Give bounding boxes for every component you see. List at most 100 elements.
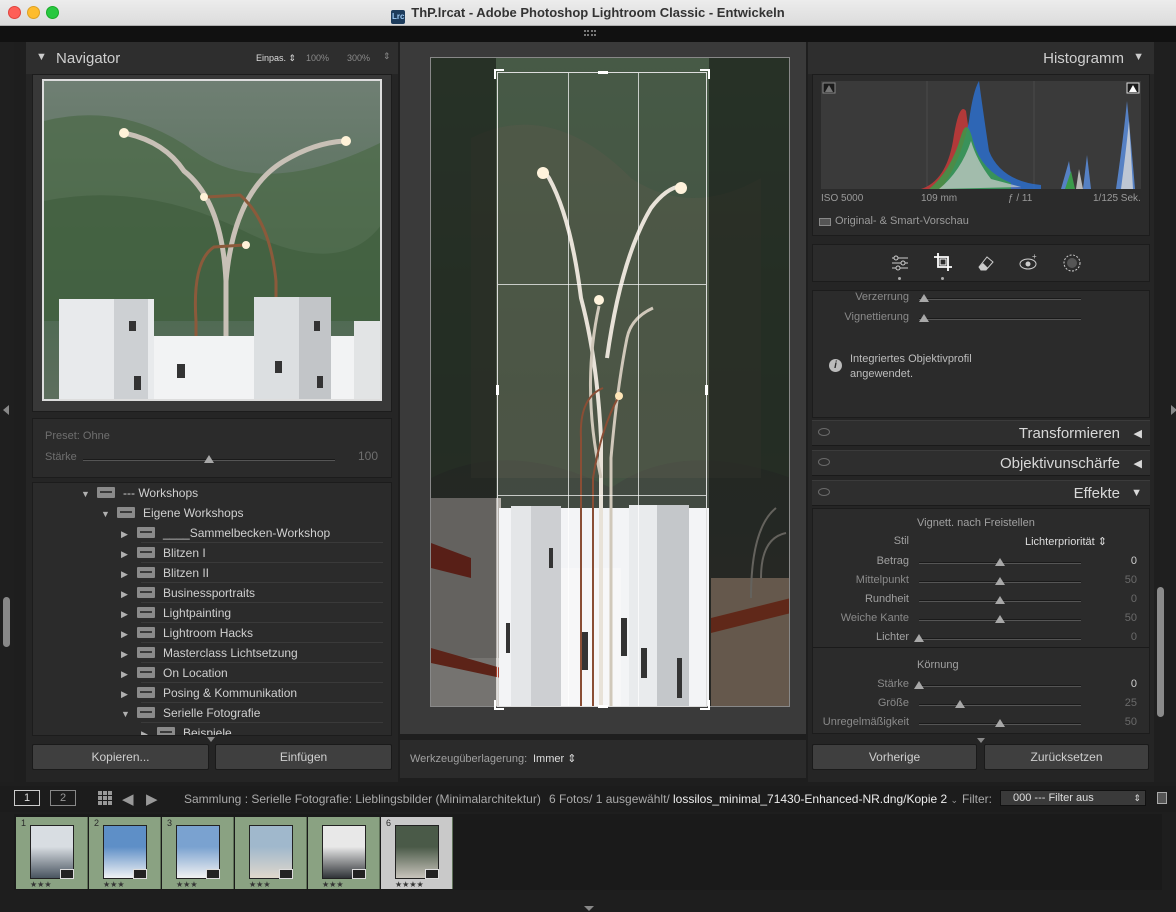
effect-slider-value[interactable]: 0	[1131, 678, 1137, 690]
slider-knob[interactable]	[914, 681, 924, 689]
slider-knob[interactable]	[204, 455, 214, 463]
effect-slider[interactable]	[919, 615, 1081, 623]
back-arrow-icon[interactable]: ◀	[122, 790, 134, 808]
preset-label[interactable]: Preset: Ohne	[45, 430, 110, 442]
histogram-header[interactable]: Histogramm ▼	[808, 42, 1154, 74]
effect-slider[interactable]	[914, 681, 1081, 689]
collapsed-triangle-icon[interactable]: ▶	[121, 624, 137, 644]
crop-frame[interactable]	[494, 69, 710, 710]
zoom-more-icon[interactable]: ⇕	[383, 51, 391, 62]
slider-knob[interactable]	[995, 558, 1005, 566]
folder-item[interactable]: ▶ On Location	[121, 663, 228, 683]
transform-section-header[interactable]: Transformieren ◀	[812, 420, 1150, 446]
top-panel-strip[interactable]	[0, 26, 1176, 42]
collapsed-triangle-icon[interactable]: ▶	[121, 564, 137, 584]
slider-knob[interactable]	[914, 634, 924, 642]
collapsed-triangle-icon[interactable]: ▶	[141, 724, 157, 735]
thumbnail-rating[interactable]: ★★★	[322, 880, 344, 889]
previous-settings-button[interactable]: Vorherige	[812, 744, 977, 770]
expanded-triangle-icon[interactable]: ▼	[121, 704, 137, 724]
filmstrip-thumbnail[interactable]: 3 ★★★	[162, 817, 234, 889]
image-canvas[interactable]	[400, 42, 806, 734]
crop-handle[interactable]	[496, 385, 499, 395]
folder-item[interactable]: ▶ Masterclass Lichtsetzung	[121, 643, 298, 663]
reset-button[interactable]: Zurücksetzen	[984, 744, 1149, 770]
thumbnail-rating[interactable]: ★★★★	[395, 880, 424, 889]
expand-top-panel-icon[interactable]	[584, 30, 596, 36]
filmstrip-thumbnail[interactable]: 2 ★★★	[89, 817, 161, 889]
folder-item[interactable]: ▼ Eigene Workshops	[101, 503, 244, 523]
effect-slider[interactable]	[919, 596, 1081, 604]
collapsed-triangle-icon[interactable]: ▶	[121, 584, 137, 604]
folder-item[interactable]: ▼ Serielle Fotografie	[121, 703, 260, 723]
thumbnail-rating[interactable]: ★★★	[176, 880, 198, 889]
crop-handle[interactable]	[598, 71, 608, 74]
preset-amount-slider[interactable]	[83, 455, 335, 463]
folder-item[interactable]: ▶ ____Sammelbecken-Workshop	[121, 523, 330, 543]
paste-settings-button[interactable]: Einfügen	[215, 744, 392, 770]
overlay-select[interactable]: Immer ⇕	[533, 752, 576, 765]
sharpness-section-header[interactable]: Objektivunschärfe ◀	[812, 450, 1150, 476]
filter-select[interactable]: 000 --- Filter aus ⇕	[1000, 790, 1146, 806]
filter-lock-icon[interactable]	[1157, 792, 1167, 804]
filmstrip-thumbnail[interactable]: ★★★	[235, 817, 307, 889]
effect-slider-value[interactable]: 50	[1125, 612, 1137, 624]
crop-handle[interactable]	[700, 69, 710, 79]
folder-item[interactable]: ▼ --- Workshops	[81, 483, 198, 503]
thumbnail-rating[interactable]: ★★★	[30, 880, 52, 889]
preset-amount-value[interactable]: 100	[358, 449, 378, 463]
folder-item[interactable]: ▶ Blitzen I	[121, 543, 206, 563]
panel-expand-icon[interactable]	[977, 738, 985, 743]
navigator-header[interactable]: ▼ Navigator Einpas. ⇕ 100% 300% ⇕	[26, 42, 398, 74]
filmstrip-thumbnail[interactable]: ★★★	[308, 817, 380, 889]
crop-icon[interactable]	[933, 252, 953, 272]
slider-knob[interactable]	[995, 719, 1005, 727]
zoom-300-option[interactable]: 300%	[347, 53, 370, 63]
filmstrip-thumbnail[interactable]: 1 ★★★	[16, 817, 88, 889]
effect-slider-value[interactable]: 50	[1125, 574, 1137, 586]
thumbnail-rating[interactable]: ★★★	[103, 880, 125, 889]
effect-slider-value[interactable]: 0	[1131, 593, 1137, 605]
eye-icon[interactable]	[818, 488, 830, 496]
filename-label[interactable]: lossilos_minimal_71430-Enhanced-NR.dng/K…	[673, 792, 958, 806]
effect-slider[interactable]	[919, 577, 1081, 585]
primary-view-button[interactable]: 1	[14, 790, 40, 806]
collapsed-triangle-icon[interactable]: ▶	[121, 524, 137, 544]
crop-handle[interactable]	[705, 385, 708, 395]
forward-arrow-icon[interactable]: ▶	[146, 790, 158, 808]
source-label[interactable]: Sammlung : Serielle Fotografie: Liebling…	[184, 792, 541, 806]
folder-item[interactable]: ▶ Posing & Kommunikation	[121, 683, 297, 703]
effect-slider[interactable]	[919, 558, 1081, 566]
zoom-100-option[interactable]: 100%	[306, 53, 329, 63]
slider-knob[interactable]	[919, 314, 929, 322]
collapsed-triangle-icon[interactable]: ▶	[121, 604, 137, 624]
slider-knob[interactable]	[995, 577, 1005, 585]
copy-settings-button[interactable]: Kopieren...	[32, 744, 209, 770]
vignetting-slider[interactable]	[919, 314, 1081, 322]
right-scrollbar-thumb[interactable]	[1157, 587, 1164, 717]
effect-slider-value[interactable]: 0	[1131, 555, 1137, 567]
eye-icon[interactable]	[818, 458, 830, 466]
collapsed-triangle-icon[interactable]: ▶	[121, 684, 137, 704]
filmstrip-thumbnail[interactable]: 6 ★★★★	[381, 817, 453, 889]
left-scroll-handle[interactable]	[3, 597, 10, 647]
crop-handle[interactable]	[494, 69, 504, 79]
eraser-icon[interactable]	[976, 253, 996, 273]
thumbnail-rating[interactable]: ★★★	[249, 880, 271, 889]
redeye-icon[interactable]: +	[1019, 253, 1039, 273]
histogram-graph[interactable]	[821, 81, 1141, 189]
collapsed-triangle-icon[interactable]: ▶	[121, 664, 137, 684]
effects-section-header[interactable]: Effekte ▼	[812, 480, 1150, 506]
tree-expand-icon[interactable]	[207, 737, 215, 742]
effect-slider[interactable]	[919, 719, 1081, 727]
crop-handle[interactable]	[494, 700, 504, 710]
effect-slider[interactable]	[919, 700, 1081, 708]
expanded-triangle-icon[interactable]: ▼	[101, 504, 117, 524]
left-panel-edge[interactable]	[0, 42, 14, 782]
style-select[interactable]: Lichterpriorität ⇕	[1025, 535, 1107, 548]
collapsed-triangle-icon[interactable]: ▶	[121, 544, 137, 564]
filmstrip-expand-icon[interactable]	[584, 906, 594, 911]
grid-view-icon[interactable]	[98, 791, 112, 805]
zoom-fit-option[interactable]: Einpas. ⇕	[256, 53, 296, 64]
effect-slider-value[interactable]: 25	[1125, 697, 1137, 709]
